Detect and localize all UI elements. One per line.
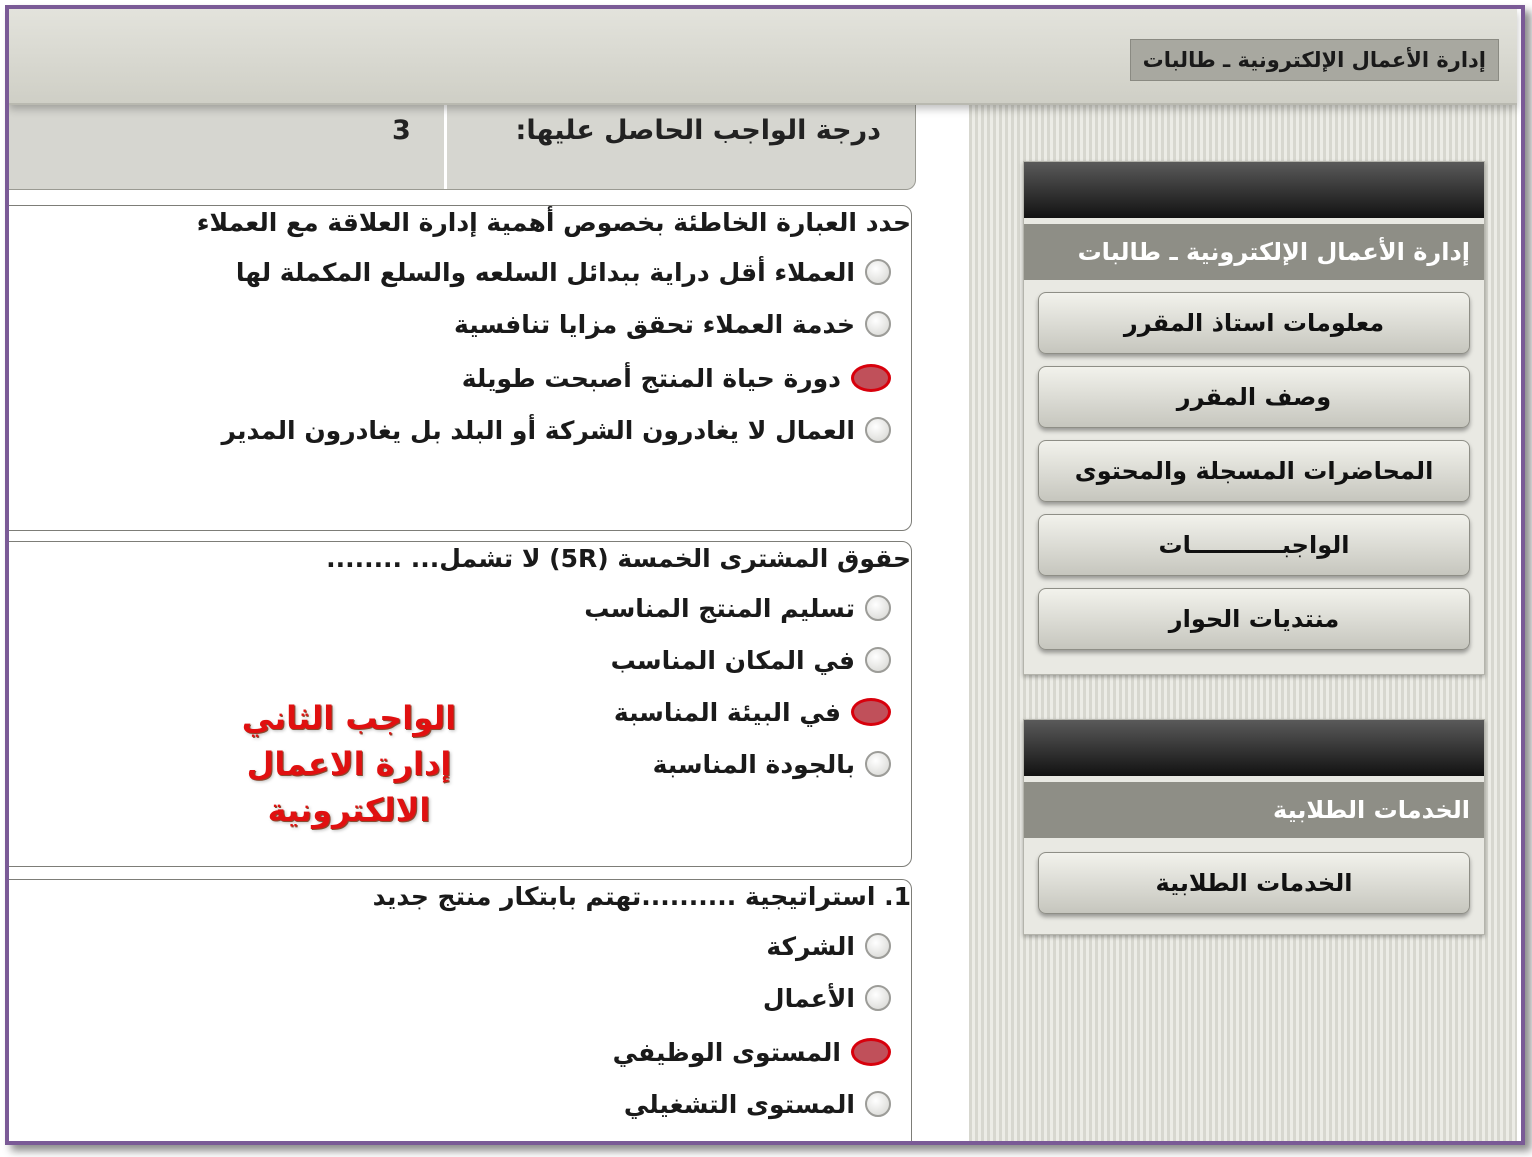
- answer-option[interactable]: الشركة: [766, 928, 891, 964]
- question-text: 1. استراتيجية ..........تهتم بابتكار منت…: [372, 882, 911, 911]
- answer-option-selected[interactable]: في البيئة المناسبة: [614, 694, 891, 730]
- question-box-1: حدد العبارة الخاطئة بخصوص أهمية إدارة ال…: [9, 205, 912, 531]
- radio-button[interactable]: [865, 417, 891, 443]
- answer-option[interactable]: العملاء أقل دراية ببدائل السلعه والسلع ا…: [236, 254, 891, 290]
- assignments-button[interactable]: الواجبـــــــــــات: [1038, 514, 1470, 576]
- answer-option-selected[interactable]: المستوى الوظيفي: [613, 1034, 891, 1070]
- radio-button-selected[interactable]: [851, 1038, 891, 1066]
- radio-button[interactable]: [865, 311, 891, 337]
- screenshot-frame: إدارة الأعمال الإلكترونية ـ طالبات درجة …: [5, 5, 1525, 1145]
- panel-header-bar: [1024, 720, 1484, 776]
- panel-title: الخدمات الطلابية: [1024, 782, 1484, 838]
- radio-button-selected[interactable]: [851, 698, 891, 726]
- radio-button[interactable]: [865, 595, 891, 621]
- panel-header-bar: [1024, 162, 1484, 218]
- grade-box: درجة الواجب الحاصل عليها: 3: [9, 105, 916, 190]
- answer-option[interactable]: بالجودة المناسبة: [653, 746, 891, 782]
- overlay-line-2: إدارة الاعمال الالكترونية: [246, 745, 452, 829]
- answer-option[interactable]: المستوى التشغيلي: [624, 1086, 891, 1122]
- answer-option-selected[interactable]: دورة حياة المنتج أصبحت طويلة: [462, 360, 891, 396]
- course-title-tab[interactable]: إدارة الأعمال الإلكترونية ـ طالبات: [1129, 39, 1499, 81]
- answer-option[interactable]: الأعمال: [763, 980, 891, 1016]
- option-label: المستوى الوظيفي: [612, 1037, 841, 1067]
- grade-divider: [444, 105, 447, 189]
- answer-option[interactable]: العمال لا يغادرون الشركة أو البلد بل يغا…: [222, 412, 891, 448]
- option-label: في البيئة المناسبة: [613, 697, 841, 727]
- radio-button[interactable]: [865, 751, 891, 777]
- course-instructor-info-button[interactable]: معلومات استاذ المقرر: [1038, 292, 1470, 354]
- student-services-button[interactable]: الخدمات الطلابية: [1038, 852, 1470, 914]
- assignment-overlay-caption: الواجب الثاني إدارة الاعمال الالكترونية: [174, 695, 524, 833]
- assignment-content: درجة الواجب الحاصل عليها: 3 حدد العبارة …: [9, 105, 969, 1141]
- option-label: المستوى التشغيلي: [623, 1089, 855, 1119]
- radio-button[interactable]: [865, 647, 891, 673]
- option-label: الأعمال: [762, 983, 855, 1013]
- top-bar: إدارة الأعمال الإلكترونية ـ طالبات: [9, 9, 1517, 105]
- option-label: الشركة: [766, 931, 855, 961]
- course-menu-panel: إدارة الأعمال الإلكترونية ـ طالبات معلوم…: [1023, 161, 1485, 675]
- grade-value: 3: [392, 115, 411, 146]
- radio-button[interactable]: [865, 985, 891, 1011]
- question-text: حقوق المشترى الخمسة (5R) لا تشمل... ....…: [326, 544, 911, 573]
- option-label: خدمة العملاء تحقق مزايا تنافسية: [454, 309, 855, 339]
- option-label: العمال لا يغادرون الشركة أو البلد بل يغا…: [221, 415, 855, 445]
- radio-button[interactable]: [865, 1091, 891, 1117]
- right-sidebar: إدارة الأعمال الإلكترونية ـ طالبات معلوم…: [969, 105, 1517, 1141]
- discussion-forums-button[interactable]: منتديات الحوار: [1038, 588, 1470, 650]
- radio-button[interactable]: [865, 259, 891, 285]
- course-description-button[interactable]: وصف المقرر: [1038, 366, 1470, 428]
- option-label: دورة حياة المنتج أصبحت طويلة: [461, 363, 841, 393]
- student-services-panel: الخدمات الطلابية الخدمات الطلابية: [1023, 719, 1485, 935]
- question-text: حدد العبارة الخاطئة بخصوص أهمية إدارة ال…: [196, 208, 911, 237]
- overlay-line-1: الواجب الثاني: [241, 699, 457, 737]
- option-label: تسليم المنتج المناسب: [584, 593, 855, 623]
- answer-option[interactable]: خدمة العملاء تحقق مزايا تنافسية: [454, 306, 891, 342]
- answer-option[interactable]: تسليم المنتج المناسب: [584, 590, 891, 626]
- option-label: في المكان المناسب: [610, 645, 855, 675]
- recorded-lectures-button[interactable]: المحاضرات المسجلة والمحتوى: [1038, 440, 1470, 502]
- answer-option[interactable]: في المكان المناسب: [611, 642, 891, 678]
- option-label: بالجودة المناسبة: [652, 749, 855, 779]
- radio-button[interactable]: [865, 933, 891, 959]
- option-label: العملاء أقل دراية ببدائل السلعه والسلع ا…: [235, 257, 855, 287]
- panel-title: إدارة الأعمال الإلكترونية ـ طالبات: [1024, 224, 1484, 280]
- grade-label: درجة الواجب الحاصل عليها:: [515, 115, 881, 146]
- radio-button-selected[interactable]: [851, 364, 891, 392]
- question-box-3: 1. استراتيجية ..........تهتم بابتكار منت…: [9, 879, 912, 1141]
